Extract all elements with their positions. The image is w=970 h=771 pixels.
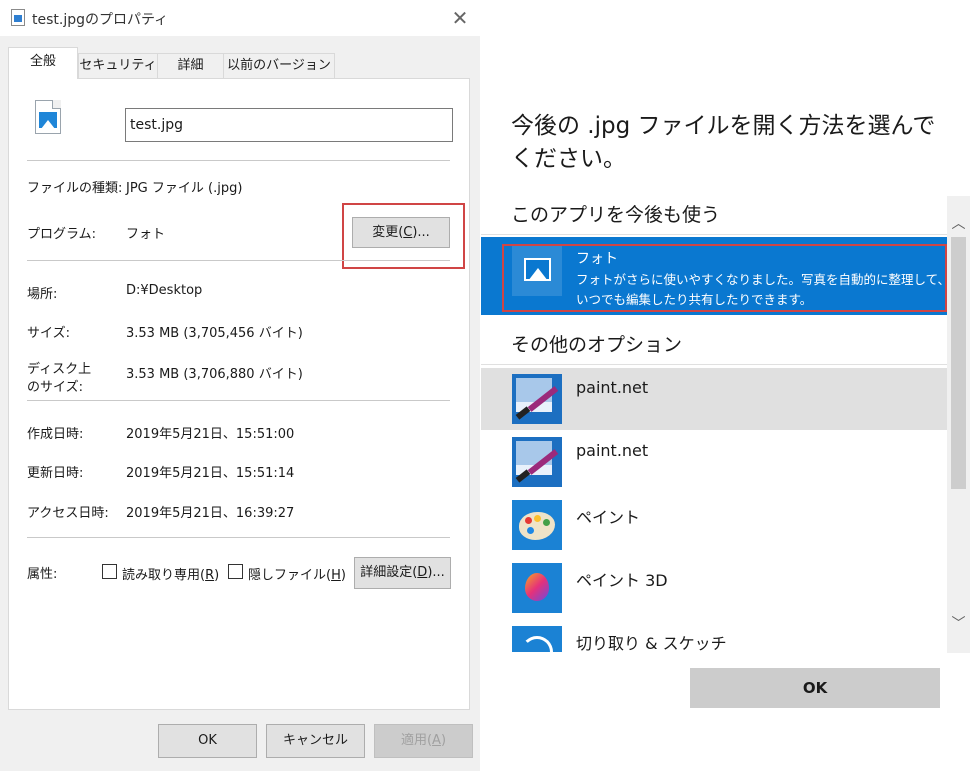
app-name: ペイント xyxy=(576,508,641,527)
cancel-button[interactable]: キャンセル xyxy=(266,724,365,758)
app-list-item[interactable]: paint.net xyxy=(481,368,947,430)
program-value: フォト xyxy=(126,227,166,242)
hidden-label[interactable]: 隠しファイル(H) xyxy=(248,564,346,583)
size-label: サイズ: xyxy=(27,326,70,341)
readonly-key: R xyxy=(205,568,215,583)
advanced-button[interactable]: 詳細設定(D)... xyxy=(354,557,451,589)
divider xyxy=(481,364,947,365)
tab-general[interactable]: 全般 xyxy=(8,47,78,79)
window-title: test.jpgのプロパティ xyxy=(32,12,169,28)
other-options-heading: その他のオプション xyxy=(511,334,683,356)
accessed-label: アクセス日時: xyxy=(27,506,109,521)
paint-net-icon xyxy=(512,374,562,424)
disk-size-label-line1: ディスク上 xyxy=(27,362,92,377)
advanced-key: D xyxy=(417,565,428,580)
paint-net-icon xyxy=(512,437,562,487)
divider xyxy=(27,160,450,161)
hidden-checkbox[interactable] xyxy=(228,564,243,579)
apply-button[interactable]: 適用(A) xyxy=(374,724,473,758)
hidden-suffix: ) xyxy=(340,568,346,583)
modified-label: 更新日時: xyxy=(27,466,84,481)
app-name: ペイント 3D xyxy=(576,571,668,590)
readonly-checkbox[interactable] xyxy=(102,564,117,579)
tab-security[interactable]: セキュリティ xyxy=(78,53,158,78)
location-value: D:¥Desktop xyxy=(126,283,203,298)
tab-details[interactable]: 詳細 xyxy=(157,53,224,78)
paint-3d-icon xyxy=(512,563,562,613)
readonly-suffix: ) xyxy=(214,568,220,583)
readonly-label[interactable]: 読み取り専用(R) xyxy=(122,564,219,583)
highlight-box xyxy=(502,244,947,312)
app-name: 切り取り & スケッチ xyxy=(576,634,727,652)
keep-using-heading: このアプリを今後も使う xyxy=(511,204,721,226)
advanced-prefix: 詳細設定( xyxy=(360,565,418,580)
created-label: 作成日時: xyxy=(27,427,84,442)
open-with-panel: 今後の .jpg ファイルを開く方法を選んでください。 このアプリを今後も使う … xyxy=(481,0,970,771)
ok-button[interactable]: OK xyxy=(158,724,257,758)
open-with-title: 今後の .jpg ファイルを開く方法を選んでください。 xyxy=(511,113,936,172)
image-file-icon xyxy=(35,100,61,134)
snip-sketch-icon xyxy=(512,626,562,652)
app-list-item[interactable]: ペイント 3D xyxy=(481,557,947,619)
paint-palette-icon xyxy=(512,500,562,550)
apply-suffix: ) xyxy=(440,733,447,748)
hidden-prefix: 隠しファイル( xyxy=(248,568,332,583)
app-list-item[interactable]: 切り取り & スケッチ xyxy=(481,620,947,652)
advanced-suffix: )... xyxy=(427,565,445,580)
created-value: 2019年5月21日、15:51:00 xyxy=(126,427,295,442)
scroll-thumb[interactable] xyxy=(951,237,966,489)
apply-prefix: 適用( xyxy=(400,733,433,748)
app-name: paint.net xyxy=(576,441,649,460)
file-type-label: ファイルの種類: xyxy=(27,181,123,196)
location-label: 場所: xyxy=(27,287,58,302)
file-type-value: JPG ファイル (.jpg) xyxy=(126,181,243,196)
hidden-key: H xyxy=(331,568,341,583)
properties-dialog: test.jpgのプロパティ ✕ 全般 セキュリティ 詳細 以前のバージョン フ… xyxy=(0,0,480,771)
apply-key: A xyxy=(432,733,441,748)
title-bar: test.jpgのプロパティ ✕ xyxy=(0,0,480,36)
divider xyxy=(27,260,450,261)
modified-value: 2019年5月21日、15:51:14 xyxy=(126,466,295,481)
disk-size-value: 3.53 MB (3,706,880 バイト) xyxy=(126,367,303,382)
scroll-down-icon[interactable]: ﹀ xyxy=(947,613,970,633)
readonly-prefix: 読み取り専用( xyxy=(122,568,206,583)
close-icon[interactable]: ✕ xyxy=(450,6,470,30)
accessed-value: 2019年5月21日、16:39:27 xyxy=(126,506,295,521)
app-list: paint.net paint.net ペイント ペイント 3D 切り取り & … xyxy=(481,368,947,652)
filename-input[interactable] xyxy=(125,108,453,142)
program-label: プログラム: xyxy=(27,227,96,242)
disk-size-label-line2: のサイズ: xyxy=(27,380,83,395)
jpg-file-icon xyxy=(11,9,25,26)
tab-previous-versions[interactable]: 以前のバージョン xyxy=(223,53,335,78)
open-with-ok-button[interactable]: OK xyxy=(690,668,940,708)
app-list-item[interactable]: paint.net xyxy=(481,431,947,493)
attributes-label: 属性: xyxy=(27,567,58,582)
app-name: paint.net xyxy=(576,378,649,397)
divider xyxy=(27,537,450,538)
divider xyxy=(27,400,450,401)
size-value: 3.53 MB (3,705,456 バイト) xyxy=(126,326,303,341)
divider xyxy=(481,234,947,235)
app-list-item[interactable]: ペイント xyxy=(481,494,947,556)
scroll-up-icon[interactable]: ︿ xyxy=(947,213,970,233)
